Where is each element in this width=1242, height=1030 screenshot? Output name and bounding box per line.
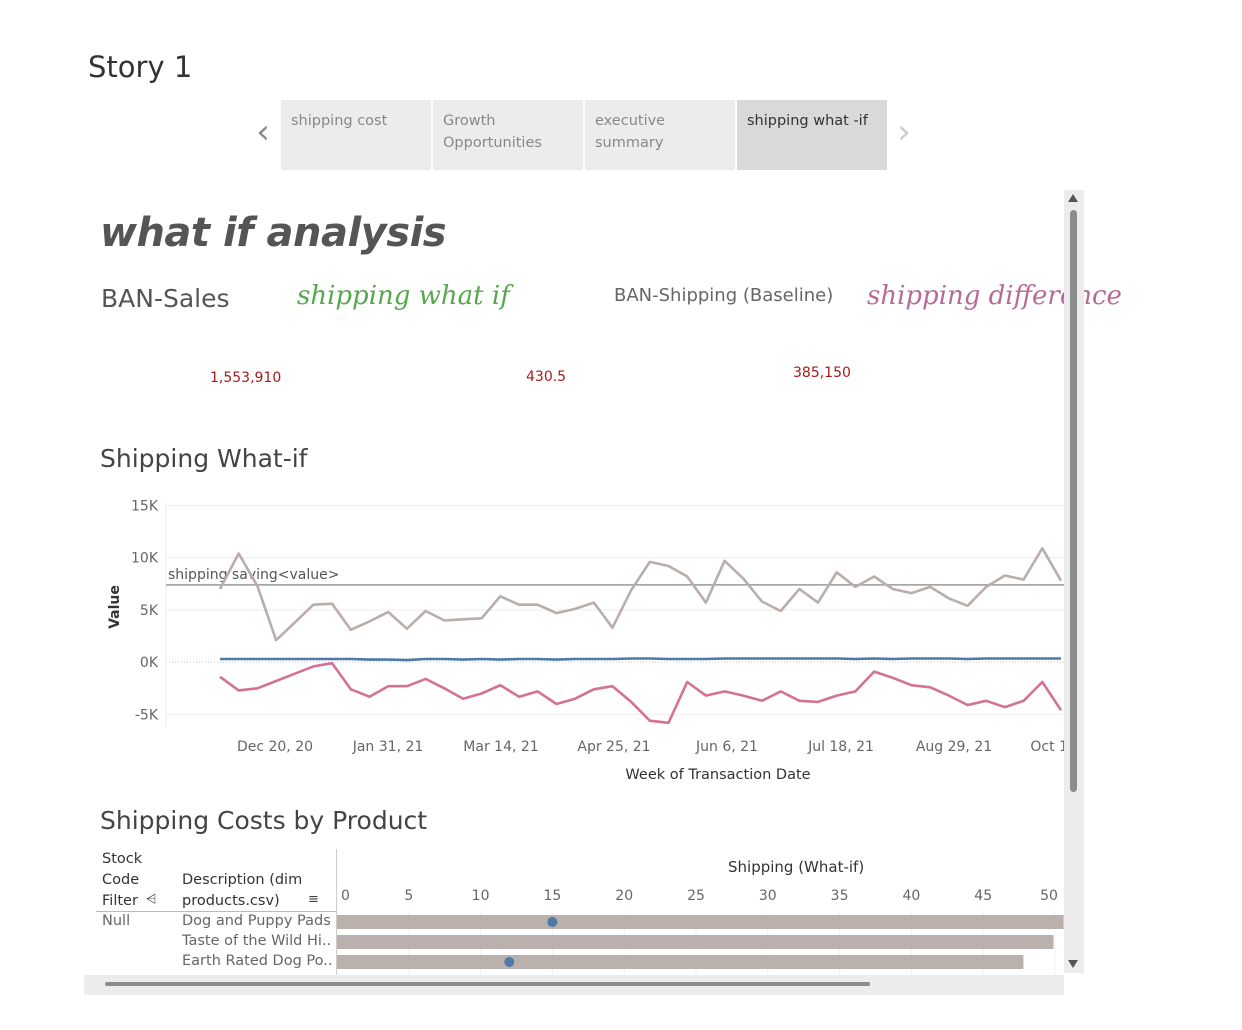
y-tick-label: -5K xyxy=(135,707,159,723)
bar-axis-tick-label: 35 xyxy=(831,888,849,904)
bar-axis-tick-label: 25 xyxy=(687,888,705,904)
x-tick-label: Jan 31, 21 xyxy=(352,739,424,755)
ban-sales-value: 1,553,910 xyxy=(210,370,282,386)
shipping-costs-bar-chart[interactable]: 0 5 10 15 20 25 30 35 40 45 50 xyxy=(337,880,1064,975)
product-shipping-bar[interactable] xyxy=(337,955,1024,969)
ban-shipping-baseline-label: BAN-Shipping (Baseline) xyxy=(614,285,834,306)
ban-shipping-what-if-value: 430.5 xyxy=(526,369,567,385)
bar-axis-tick-label: 40 xyxy=(902,888,920,904)
series-line-0[interactable] xyxy=(218,546,1063,642)
shipping-what-if-line-chart[interactable]: -5K0K5K10K15KValueshipping saving<value>… xyxy=(100,495,1064,785)
shipping-costs-by-product-title: Shipping Costs by Product xyxy=(100,806,428,835)
story-tab-executive-summary[interactable]: executive summary xyxy=(585,100,735,170)
series-line-2[interactable] xyxy=(219,661,1063,725)
stock-code-cell: Null xyxy=(102,913,131,929)
x-tick-label: Mar 14, 21 xyxy=(463,739,538,755)
ban-sales-label: BAN-Sales xyxy=(101,284,230,313)
product-shipping-bar[interactable] xyxy=(337,915,1064,929)
x-axis-label: Week of Transaction Date xyxy=(625,767,810,783)
bar-axis-tick-label: 0 xyxy=(341,888,350,904)
bar-axis-tick-label: 20 xyxy=(615,888,633,904)
scroll-up-arrow-icon[interactable] xyxy=(1068,194,1078,202)
vertical-scroll-thumb[interactable] xyxy=(1070,210,1077,792)
sort-icon[interactable]: ≡ xyxy=(308,892,319,907)
header-divider xyxy=(96,911,336,912)
story-tab-label: Growth Opportunities xyxy=(443,113,542,151)
stock-code-filter-header[interactable]: Stock Code Filter xyxy=(102,849,172,912)
story-title: Story 1 xyxy=(88,50,193,84)
y-axis-label: Value xyxy=(107,585,123,629)
y-tick-label: 10K xyxy=(131,551,159,567)
story-tab-label: executive summary xyxy=(595,113,666,151)
shipping-what-if-chart-title: Shipping What-if xyxy=(100,444,308,473)
scroll-down-arrow-icon[interactable] xyxy=(1068,960,1078,968)
product-description-cell: Taste of the Wild Hi.. xyxy=(182,933,332,949)
x-tick-label: Oct 10, 21 xyxy=(1030,739,1064,755)
bar-axis-tick-label: 50 xyxy=(1040,888,1058,904)
chevron-left-icon[interactable]: ‹ xyxy=(251,112,275,156)
bar-axis-tick-label: 10 xyxy=(472,888,490,904)
ban-shipping-what-if-label: shipping what if xyxy=(297,281,510,311)
dashboard-title: what if analysis xyxy=(100,210,447,256)
sort-icon[interactable]: ⩤ xyxy=(146,892,156,907)
bar-axis-tick-label: 5 xyxy=(404,888,413,904)
product-description-cell: Earth Rated Dog Po.. xyxy=(182,953,333,969)
ban-shipping-baseline-value: 385,150 xyxy=(793,365,851,381)
bar-axis-tick-label: 30 xyxy=(759,888,777,904)
bar-axis-tick-label: 45 xyxy=(974,888,992,904)
story-tab-label: shipping what -if xyxy=(747,113,868,129)
x-tick-label: Dec 20, 20 xyxy=(237,739,313,755)
story-tab-shipping-what-if[interactable]: shipping what -if xyxy=(737,100,887,170)
y-tick-label: 15K xyxy=(131,498,159,514)
x-tick-label: Apr 25, 21 xyxy=(577,739,650,755)
x-tick-label: Jun 6, 21 xyxy=(695,739,758,755)
product-description-cell: Dog and Puppy Pads xyxy=(182,913,331,929)
series-line-1[interactable] xyxy=(220,657,1061,662)
x-tick-label: Jul 18, 21 xyxy=(807,739,874,755)
horizontal-scroll-thumb[interactable] xyxy=(105,982,870,986)
product-shipping-marker[interactable] xyxy=(504,957,515,967)
story-tab-label: shipping cost xyxy=(291,113,388,129)
product-shipping-marker[interactable] xyxy=(547,917,558,927)
y-tick-label: 0K xyxy=(140,655,159,671)
shipping-what-if-axis-title: Shipping (What-if) xyxy=(728,858,865,876)
chevron-right-icon[interactable]: › xyxy=(892,112,916,156)
story-tab-shipping-cost[interactable]: shipping cost xyxy=(281,100,431,170)
story-tab-growth-opportunities[interactable]: Growth Opportunities xyxy=(433,100,583,170)
x-tick-label: Aug 29, 21 xyxy=(916,739,992,755)
product-shipping-bar[interactable] xyxy=(337,935,1054,949)
y-tick-label: 5K xyxy=(140,603,159,619)
bar-axis-tick-label: 15 xyxy=(543,888,561,904)
